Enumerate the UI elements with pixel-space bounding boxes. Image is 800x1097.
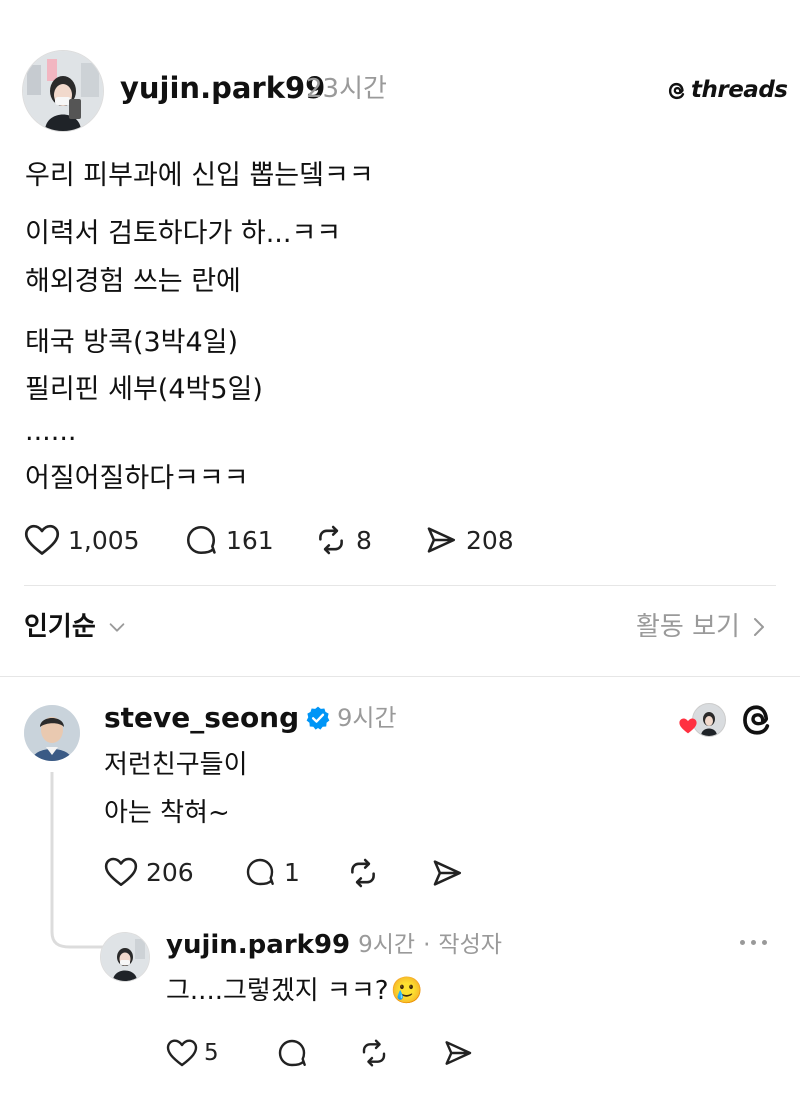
reply-like-count: 206 xyxy=(146,857,194,887)
author-tag: 작성자 xyxy=(438,931,502,958)
send-icon xyxy=(433,860,462,886)
reply-share-button[interactable] xyxy=(430,856,464,890)
post-line-7: 어질어질하다ㅋㅋㅋ xyxy=(25,463,249,494)
reply-author-avatar[interactable] xyxy=(24,705,80,761)
threads-app-icon[interactable] xyxy=(740,702,774,742)
nested-like-button[interactable]: 5 xyxy=(166,1038,219,1068)
nested-comment-button[interactable] xyxy=(276,1037,308,1069)
reply-comment-button[interactable]: 1 xyxy=(244,856,300,888)
post-comment-button[interactable]: 161 xyxy=(184,523,274,557)
threads-logo-icon xyxy=(668,82,685,99)
post-username[interactable]: yujin.park99 xyxy=(120,74,325,103)
threads-logo: threads xyxy=(666,79,788,102)
avatar-photo xyxy=(101,933,149,981)
nested-reply-separator: · xyxy=(423,931,431,958)
post-line-5: 필리핀 세부(4박5일) xyxy=(25,374,263,405)
reply-timestamp: 9시간 xyxy=(337,704,397,732)
avatar-photo xyxy=(23,51,103,131)
post-like-count: 1,005 xyxy=(68,525,140,555)
nested-repost-button[interactable] xyxy=(358,1037,390,1069)
view-activity-label: 활동 보기 xyxy=(636,612,740,642)
liked-by-author-indicator xyxy=(678,703,726,737)
post-line-6: ...... xyxy=(25,416,77,447)
comment-bubble-icon xyxy=(186,525,216,555)
avatar-photo xyxy=(24,705,80,761)
reply-header: steve_seong 9시간 xyxy=(104,704,397,732)
nested-reply-header: yujin.park99 9시간 · 작성자 xyxy=(166,932,502,958)
comment-bubble-icon xyxy=(278,1039,306,1067)
post-comment-count: 161 xyxy=(226,525,274,555)
nested-like-count: 5 xyxy=(204,1040,219,1066)
chevron-right-icon xyxy=(753,618,764,636)
sort-dropdown[interactable]: 인기순 xyxy=(24,614,128,640)
post-line-4: 태국 방콕(3박4일) xyxy=(25,327,239,358)
nested-reply-message: 그....그렇겠지 ㅋㅋ? xyxy=(166,976,389,1006)
repost-icon xyxy=(362,1039,386,1067)
post-repost-count: 8 xyxy=(356,525,372,555)
threads-logo-text: threads xyxy=(691,77,788,103)
reply-like-button[interactable]: 206 xyxy=(104,856,194,888)
more-options-button[interactable] xyxy=(740,940,767,945)
post-share-count: 208 xyxy=(466,525,514,555)
post-repost-button[interactable]: 8 xyxy=(314,523,372,557)
chevron-down-icon xyxy=(109,623,125,632)
nested-reply-username[interactable]: yujin.park99 xyxy=(166,932,350,958)
nested-reply-timestamp: 9시간 xyxy=(358,931,416,958)
sort-divider xyxy=(0,676,800,677)
send-icon xyxy=(427,527,456,553)
heart-icon xyxy=(166,1039,198,1067)
post-line-2: 이력서 검토하다가 하...ㅋㅋ xyxy=(25,218,342,249)
verified-badge-icon xyxy=(306,706,330,730)
post-line-3: 해외경험 쓰는 란에 xyxy=(25,266,241,297)
heart-icon xyxy=(24,524,60,555)
post-like-button[interactable]: 1,005 xyxy=(24,523,140,557)
more-dots-icon xyxy=(740,940,767,945)
repost-icon xyxy=(351,858,375,888)
reply-repost-button[interactable] xyxy=(346,856,380,890)
repost-icon xyxy=(319,525,343,555)
post-timestamp: 23시간 xyxy=(306,74,387,104)
post-share-button[interactable]: 208 xyxy=(424,523,514,557)
reply-username[interactable]: steve_seong xyxy=(104,704,299,732)
reply-comment-count: 1 xyxy=(284,857,300,887)
post-line-1: 우리 피부과에 신입 뽑는뎈ㅋㅋ xyxy=(25,160,374,191)
send-icon xyxy=(445,1041,472,1065)
sort-label: 인기순 xyxy=(24,612,96,642)
nested-reply-text: 그....그렇겠지 ㅋㅋ? 🥲 xyxy=(166,978,423,1004)
post-author-avatar[interactable] xyxy=(22,50,104,132)
view-activity-link[interactable]: 활동 보기 xyxy=(636,614,768,640)
nested-reply-avatar[interactable] xyxy=(100,932,150,982)
comment-bubble-icon xyxy=(246,858,274,886)
heart-icon xyxy=(104,857,138,887)
tearful-smile-emoji: 🥲 xyxy=(390,976,423,1006)
heart-filled-icon xyxy=(679,718,697,734)
post-divider xyxy=(24,585,776,586)
threads-icon xyxy=(743,705,770,735)
nested-share-button[interactable] xyxy=(442,1037,474,1069)
